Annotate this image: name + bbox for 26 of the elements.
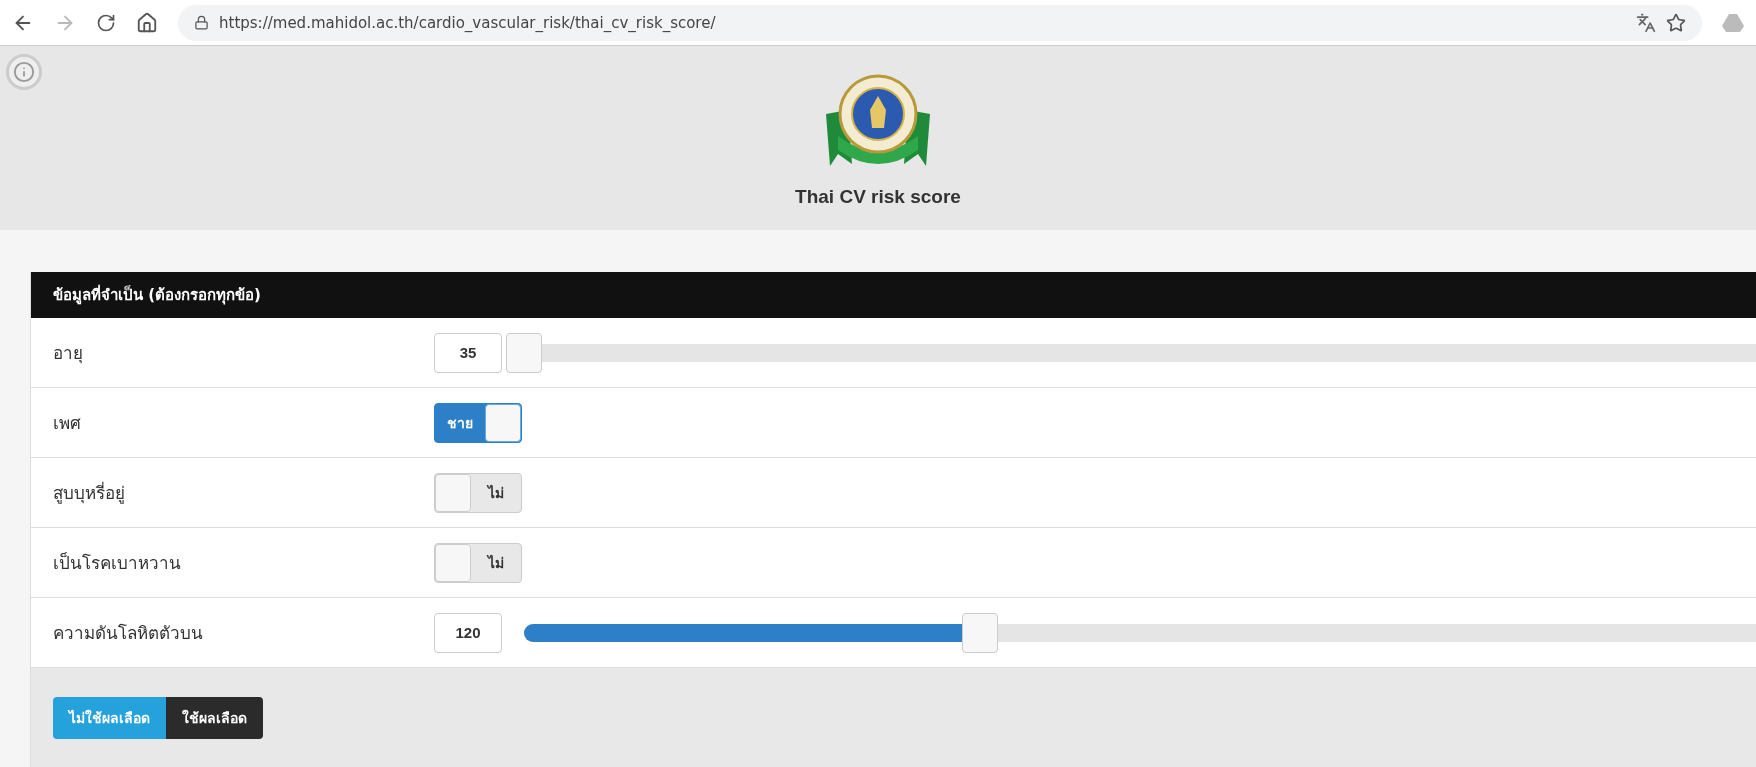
toggle-switch[interactable]: ไม่ [434,542,522,583]
star-icon[interactable] [1666,12,1686,33]
lock-icon [194,15,209,30]
field-label: สูบบุหรี่อยู่ [53,480,126,506]
number-field[interactable]: 35 [434,332,502,373]
toggle-switch[interactable]: ชาย [434,402,522,443]
slider[interactable] [506,332,1756,373]
field-label: เพศ [53,412,82,435]
translate-icon[interactable] [1636,12,1656,33]
number-field[interactable]: 120 [434,612,502,653]
mode-tab[interactable]: ใช้ผลเลือด [166,696,263,739]
url-text: https://med.mahidol.ac.th/cardio_vascular_risk/thai_cv_risk_score/ [219,13,716,32]
slider-thumb[interactable] [506,332,542,373]
reload-icon[interactable] [96,12,116,33]
field-label: เป็นโรคเบาหวาน [53,551,182,575]
slider-thumb[interactable] [961,612,998,653]
field-label: อายุ [53,342,84,366]
slider[interactable] [524,612,1756,653]
home-icon[interactable] [136,11,158,34]
field-label: ความดันโลหิตตัวบน [53,622,204,645]
toggle-switch[interactable]: ไม่ [434,472,522,513]
info-icon [13,61,35,83]
address-bar[interactable]: https://med.mahidol.ac.th/cardio_vascular_risk/thai_cv_risk_score/ [178,4,1702,41]
page-title: Thai CV risk score [795,186,961,208]
panel-header: ข้อมูลที่จำเป็น (ต้องกรอกทุกข้อ) [31,272,1756,318]
info-button[interactable] [6,54,42,90]
